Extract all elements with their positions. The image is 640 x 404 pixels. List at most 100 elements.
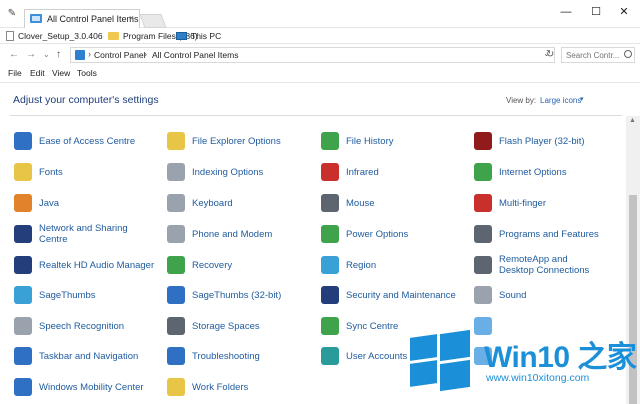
cp-item-multi-finger[interactable]: Multi-finger — [474, 192, 546, 214]
cp-item-mouse[interactable]: Mouse — [321, 192, 375, 214]
document-icon — [6, 31, 14, 41]
programs-icon — [474, 225, 492, 243]
cp-item-windows-mobility-center[interactable]: Windows Mobility Center — [14, 376, 144, 398]
cp-item-sync-centre[interactable]: Sync Centre — [321, 315, 398, 337]
breadcrumb-separator: › — [144, 49, 147, 59]
cp-item-label: RemoteApp and Desktop Connections — [499, 254, 590, 276]
tab-close-icon[interactable]: × — [129, 13, 134, 23]
maximize-button[interactable]: ☐ — [586, 4, 606, 20]
breadcrumb-control-panel[interactable]: Control Panel — [94, 50, 146, 60]
cp-item-label: File History — [346, 135, 394, 147]
recent-locations-dropdown[interactable]: ⌄ — [43, 48, 50, 62]
chevron-down-icon[interactable]: ▾ — [580, 95, 584, 103]
cp-item-troubleshooting[interactable]: Troubleshooting — [167, 345, 260, 367]
work-folders-icon — [167, 378, 185, 396]
cp-item-label: Phone and Modem — [192, 228, 273, 240]
cp-item-label: Recovery — [192, 259, 233, 271]
scroll-up-icon[interactable]: ▲ — [629, 117, 636, 124]
address-field[interactable]: › Control Panel › All Control Panel Item… — [70, 47, 555, 63]
cp-item-storage-spaces[interactable]: Storage Spaces — [167, 315, 260, 337]
cp-item-infrared[interactable]: Infrared — [321, 161, 379, 183]
cp-item-phone-and-modem[interactable]: Phone and Modem — [167, 223, 272, 245]
watermark: Win10 之家 www.win10xitong.com — [408, 326, 640, 404]
cp-item-sound[interactable]: Sound — [474, 284, 526, 306]
cp-item-ease-of-access-centre[interactable]: Ease of Access Centre — [14, 130, 135, 152]
cp-item-file-history[interactable]: File History — [321, 130, 394, 152]
cp-item-region[interactable]: Region — [321, 254, 376, 276]
cp-item-remoteapp-and-desktop-connections[interactable]: RemoteApp and Desktop Connections — [474, 254, 604, 276]
multi-finger-icon — [474, 194, 492, 212]
cp-item-security-and-maintenance[interactable]: Security and Maintenance — [321, 284, 456, 306]
cp-item-work-folders[interactable]: Work Folders — [167, 376, 248, 398]
folder-options-icon — [167, 132, 185, 150]
cp-item-realtek-hd-audio-manager[interactable]: Realtek HD Audio Manager — [14, 254, 154, 276]
cp-item-indexing-options[interactable]: Indexing Options — [167, 161, 263, 183]
cp-item-keyboard[interactable]: Keyboard — [167, 192, 233, 214]
cp-item-java[interactable]: Java — [14, 192, 59, 214]
up-button[interactable]: ↑ — [56, 48, 61, 62]
view-by-dropdown[interactable]: Large icons — [540, 96, 581, 105]
bookmark-clover-setup[interactable]: Clover_Setup_3.0.406 — [6, 30, 103, 42]
user-accounts-icon — [321, 347, 339, 365]
control-panel-folder-icon — [30, 14, 42, 23]
menu-file[interactable]: File — [8, 68, 22, 78]
tab-title: All Control Panel Items — [47, 14, 139, 24]
network-icon — [14, 225, 32, 243]
search-icon[interactable] — [624, 50, 632, 58]
menu-tools[interactable]: Tools — [77, 68, 97, 78]
control-panel-icon — [75, 50, 85, 60]
file-history-icon — [321, 132, 339, 150]
cp-item-sagethumbs-32-bit[interactable]: SageThumbs (32-bit) — [167, 284, 281, 306]
troubleshooting-icon — [167, 347, 185, 365]
refresh-button[interactable]: ↻ — [546, 49, 554, 60]
cp-item-flash-player-32-bit[interactable]: Flash Player (32-bit) — [474, 130, 585, 152]
security-flag-icon — [321, 286, 339, 304]
bookmark-this-pc[interactable]: This PC — [176, 30, 221, 42]
cp-item-fonts[interactable]: Fonts — [14, 161, 63, 183]
wrench-icon[interactable]: ✎ — [6, 8, 18, 20]
cp-item-label: Infrared — [346, 166, 379, 178]
bookmarks-bar: Clover_Setup_3.0.406 Program Files (x86)… — [0, 28, 640, 44]
tab-all-control-panel-items[interactable]: All Control Panel Items × — [24, 9, 140, 28]
menu-view[interactable]: View — [52, 68, 70, 78]
close-button[interactable]: ✕ — [614, 4, 634, 20]
cp-item-label: File Explorer Options — [192, 135, 281, 147]
cp-item-label: Flash Player (32-bit) — [499, 135, 585, 147]
breadcrumb-all-items[interactable]: All Control Panel Items — [152, 50, 238, 60]
cp-item-programs-and-features[interactable]: Programs and Features — [474, 223, 599, 245]
flash-player-icon — [474, 132, 492, 150]
menu-edit[interactable]: Edit — [30, 68, 45, 78]
cp-item-label: Internet Options — [499, 166, 567, 178]
bookmark-label: Clover_Setup_3.0.406 — [18, 31, 103, 41]
fonts-icon — [14, 163, 32, 181]
cp-item-internet-options[interactable]: Internet Options — [474, 161, 567, 183]
cp-item-sagethumbs[interactable]: SageThumbs — [14, 284, 96, 306]
bookmark-label: This PC — [191, 31, 222, 41]
keyboard-icon — [167, 194, 185, 212]
title-bar: ✎ All Control Panel Items × — ☐ ✕ — [0, 0, 640, 28]
cp-item-label: Fonts — [39, 166, 63, 178]
cp-item-label: Programs and Features — [499, 228, 599, 240]
cp-item-speech-recognition[interactable]: Speech Recognition — [14, 315, 124, 337]
cp-item-recovery[interactable]: Recovery — [167, 254, 232, 276]
cp-item-network-and-sharing-centre[interactable]: Network and Sharing Centre — [14, 223, 144, 245]
internet-options-icon — [474, 163, 492, 181]
cp-item-taskbar-and-navigation[interactable]: Taskbar and Navigation — [14, 345, 138, 367]
divider — [10, 115, 622, 116]
forward-button[interactable]: → — [26, 48, 36, 62]
region-icon — [321, 256, 339, 274]
ease-of-access-icon — [14, 132, 32, 150]
cp-item-label: Storage Spaces — [192, 320, 260, 332]
back-button[interactable]: ← — [9, 48, 19, 62]
cp-item-label: Multi-finger — [499, 197, 546, 209]
cp-item-label: Taskbar and Navigation — [39, 350, 139, 362]
cp-item-power-options[interactable]: Power Options — [321, 223, 408, 245]
minimize-button[interactable]: — — [556, 4, 576, 20]
breadcrumb-separator: › — [88, 49, 91, 59]
cp-item-label: Mouse — [346, 197, 375, 209]
cp-item-file-explorer-options[interactable]: File Explorer Options — [167, 130, 281, 152]
cp-item-user-accounts[interactable]: User Accounts — [321, 345, 407, 367]
new-tab-button[interactable] — [139, 14, 167, 28]
microphone-icon — [14, 317, 32, 335]
power-options-icon — [321, 225, 339, 243]
